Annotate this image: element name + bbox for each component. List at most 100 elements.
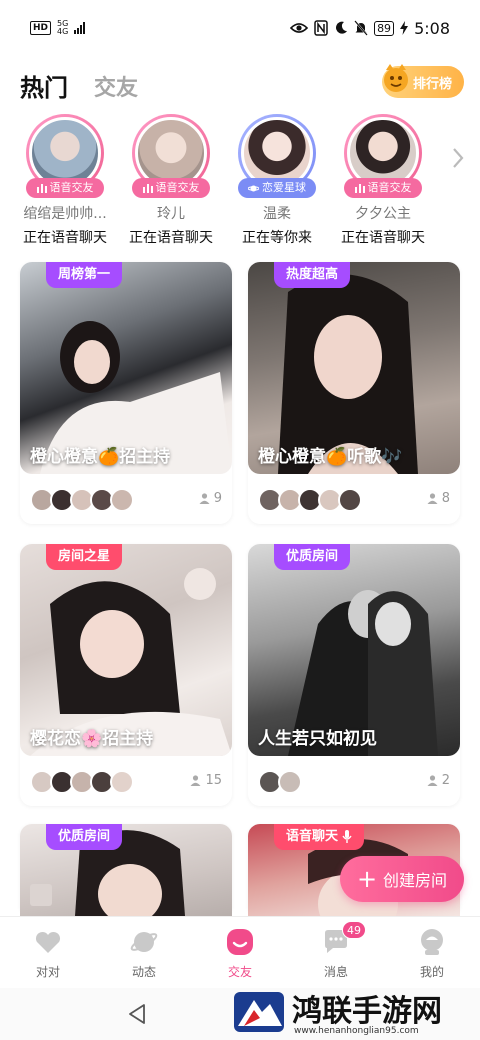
room-title: 橙心橙意🍊听歌🎶: [258, 447, 403, 467]
microphone-icon: [342, 830, 352, 843]
room-title: 樱花恋🌸招主持: [30, 729, 154, 749]
create-room-label: 创建房间: [383, 871, 448, 890]
badge-label: 语音交友: [367, 181, 412, 194]
heart-icon: [35, 931, 61, 953]
nav-item-me[interactable]: 我的: [384, 917, 480, 988]
room-tag: 周榜第一: [46, 262, 123, 288]
create-room-button[interactable]: + 创建房间: [340, 856, 464, 902]
featured-user-name: 夕夕公主: [355, 206, 411, 222]
member-avatar: [338, 488, 362, 512]
nav-label: 对对: [35, 965, 60, 979]
badge-label: 语音交友: [49, 181, 94, 194]
person-icon: [427, 493, 438, 504]
sound-wave-icon: [354, 184, 365, 193]
room-card[interactable]: 优质房间 人生若只如初见 2: [248, 544, 460, 806]
planet-icon: [248, 185, 259, 191]
room-footer: 15: [30, 768, 222, 796]
badge-label: 语音交友: [155, 181, 200, 194]
signal-icon: [74, 22, 86, 34]
nav-item-moments[interactable]: 动态: [96, 917, 192, 988]
member-count-value: 8: [441, 491, 450, 506]
watermark-logo: [234, 992, 284, 1032]
sound-wave-icon: [36, 184, 47, 193]
leaderboard-label: 排行榜: [412, 76, 452, 92]
nav-item-duidui[interactable]: 对对: [0, 917, 96, 988]
featured-user-status: 正在语音聊天: [23, 230, 107, 246]
network-type-bottom: 4G: [57, 27, 69, 36]
chevron-right-icon[interactable]: [450, 146, 466, 170]
leaderboard-button[interactable]: 排行榜: [382, 64, 464, 98]
room-footer: 2: [258, 768, 450, 796]
moon-icon: [336, 21, 348, 34]
status-bar: HD 5G 4G 89 5:08: [0, 0, 480, 56]
nfc-icon: [314, 20, 328, 36]
room-card[interactable]: 优质房间: [20, 824, 232, 916]
tab-hot[interactable]: 热门: [20, 68, 68, 103]
nav-label: 消息: [323, 965, 348, 979]
room-footer: 9: [30, 486, 222, 514]
room-title: 人生若只如初见: [258, 729, 377, 749]
bottom-nav: 对对 动态 交友 消息 49 我的: [0, 916, 480, 988]
featured-user-status: 正在语音聊天: [129, 230, 213, 246]
featured-user[interactable]: 语音交友 玲儿 正在语音聊天: [118, 114, 224, 247]
smile-bubble-icon: [227, 929, 253, 955]
member-count-value: 9: [213, 491, 222, 506]
person-icon: [427, 775, 438, 786]
featured-user-status: 正在语音聊天: [341, 230, 425, 246]
clock: 5:08: [414, 18, 450, 38]
hd-indicator: HD: [30, 21, 52, 35]
charging-icon: [400, 21, 409, 35]
member-count: 15: [190, 773, 222, 788]
room-tag: 热度超高: [274, 262, 351, 288]
member-count: 9: [199, 491, 222, 506]
badge-label: 恋爱星球: [262, 181, 306, 194]
person-icon: [190, 775, 201, 786]
network-type: 5G 4G: [57, 20, 68, 36]
planet-icon: [130, 932, 158, 952]
member-count-value: 2: [441, 773, 450, 788]
room-tag: 语音聊天: [274, 824, 365, 850]
room-card[interactable]: 周榜第一 橙心橙意🍊招主持 9: [20, 262, 232, 524]
member-count: 8: [427, 491, 450, 506]
featured-user-name: 温柔: [263, 206, 291, 222]
profile-icon: [421, 929, 443, 955]
room-card[interactable]: 房间之星 樱花恋🌸招主持 15: [20, 544, 232, 806]
planet-badge: 恋爱星球: [238, 178, 316, 198]
mute-bell-icon: [354, 20, 368, 36]
member-avatar: [278, 770, 302, 794]
member-count: 2: [427, 773, 450, 788]
nav-label: 动态: [131, 965, 156, 979]
room-title: 橙心橙意🍊招主持: [30, 447, 171, 467]
watermark-text: 鸿联手游网: [292, 994, 442, 1029]
featured-user[interactable]: 语音交友 绾绾是帅帅... 正在语音聊天: [12, 114, 118, 247]
site-watermark: 鸿联手游网 www.henanhonglian95.com: [230, 986, 476, 1040]
voice-badge: 语音交友: [132, 178, 210, 198]
unread-badge: 49: [342, 921, 366, 939]
sound-wave-icon: [142, 184, 153, 193]
featured-user[interactable]: 恋爱星球 温柔 正在等你来: [224, 114, 330, 247]
featured-user-name: 绾绾是帅帅...: [23, 206, 107, 222]
nav-label: 交友: [227, 965, 252, 979]
nav-item-messages[interactable]: 消息 49: [288, 917, 384, 988]
room-footer: 8: [258, 486, 450, 514]
eye-icon: [290, 23, 309, 33]
tab-friend[interactable]: 交友: [94, 70, 138, 102]
person-icon: [199, 493, 210, 504]
nav-item-friends[interactable]: 交友: [192, 917, 288, 988]
battery-indicator: 89: [374, 20, 395, 36]
member-count-value: 15: [205, 773, 222, 788]
featured-users-row: 语音交友 绾绾是帅帅... 正在语音聊天 语音交友 玲儿 正在语音聊天 恋爱星球…: [0, 114, 480, 250]
plus-icon: +: [356, 865, 378, 893]
member-avatar: [110, 488, 134, 512]
room-tag: 优质房间: [46, 824, 123, 850]
featured-user-status: 正在等你来: [242, 230, 312, 246]
watermark-url: www.henanhonglian95.com: [294, 1026, 419, 1036]
voice-badge: 语音交友: [344, 178, 422, 198]
top-header: 热门 交友 排行榜: [0, 60, 480, 108]
featured-user-name: 玲儿: [157, 206, 185, 222]
featured-user[interactable]: 语音交友 夕夕公主 正在语音聊天: [330, 114, 436, 247]
nav-label: 我的: [419, 965, 444, 979]
room-tag: 优质房间: [274, 544, 351, 570]
room-card[interactable]: 热度超高 橙心橙意🍊听歌🎶 8: [248, 262, 460, 524]
back-triangle-icon[interactable]: [126, 1002, 148, 1026]
